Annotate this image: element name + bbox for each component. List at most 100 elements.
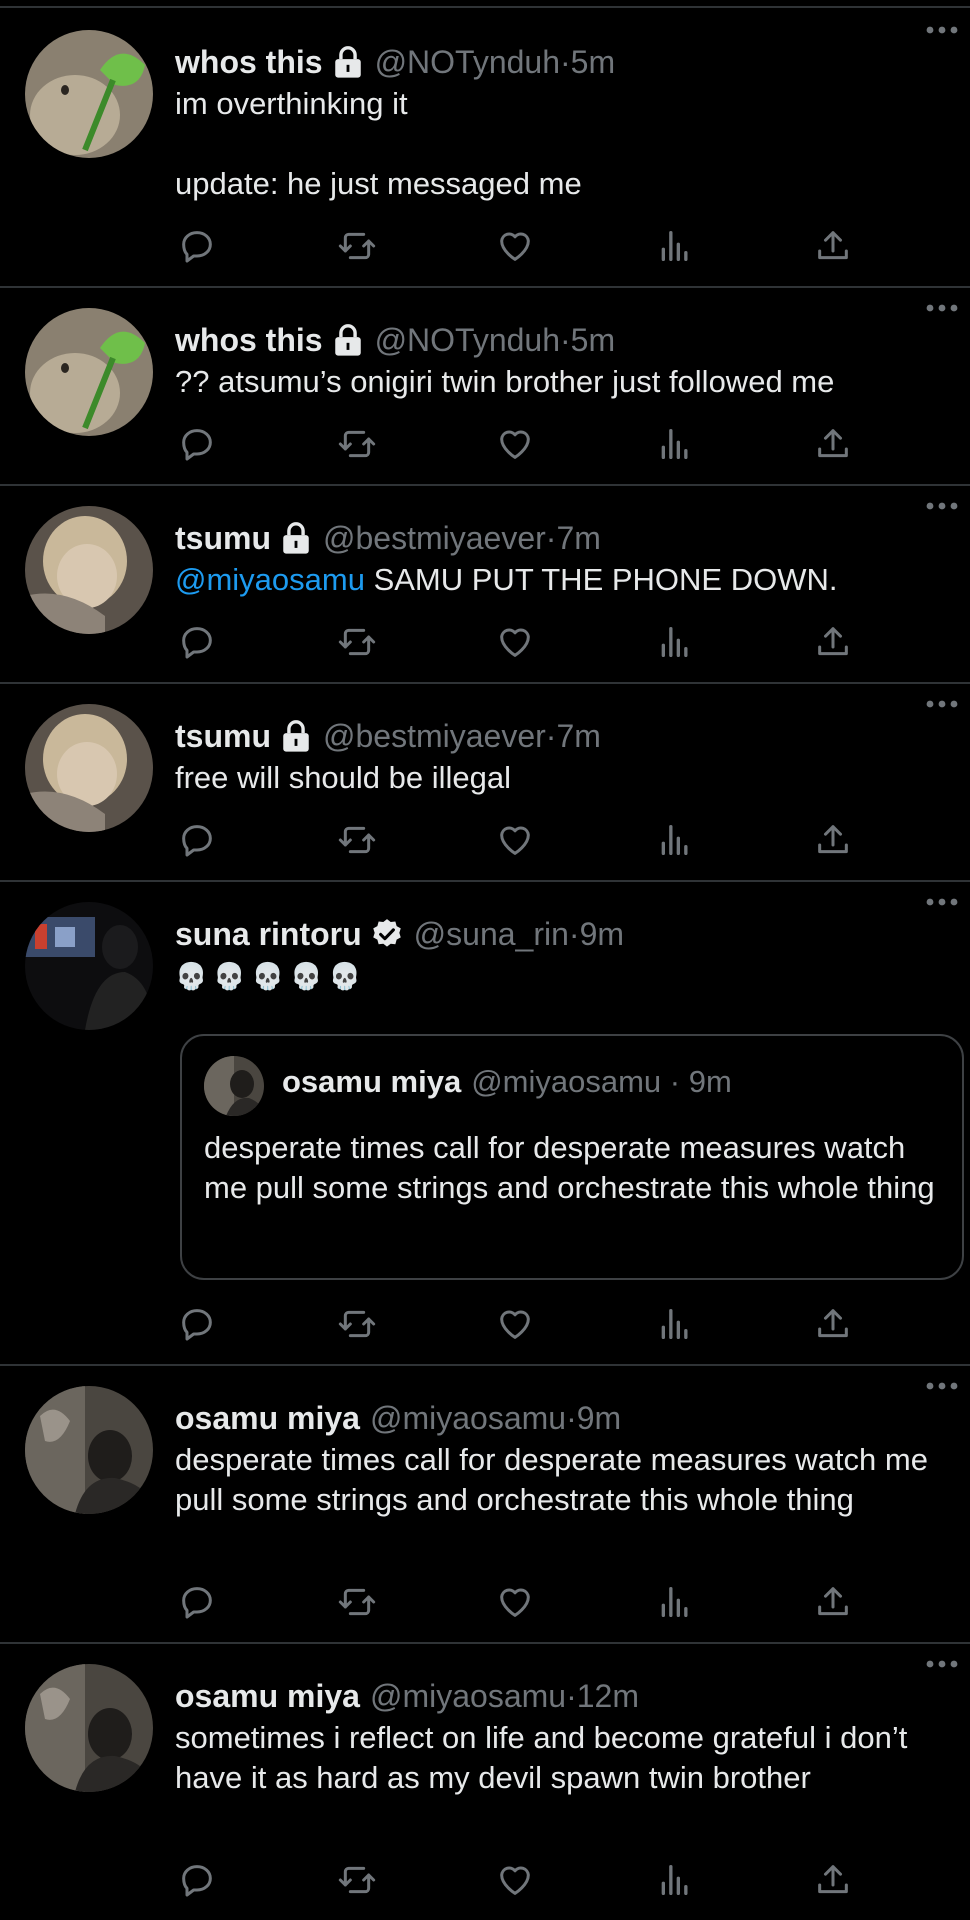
retweet-icon <box>338 826 376 854</box>
handle[interactable]: @NOTynduh <box>375 44 560 81</box>
quoted-tweet[interactable]: osamu miya @miyaosamu · 9m desperate time… <box>180 1034 964 1280</box>
tweet-text: sometimes i reflect on life and become g… <box>175 1720 916 1795</box>
avatar[interactable] <box>25 506 153 634</box>
reply-button[interactable] <box>175 1302 219 1346</box>
reply-button[interactable] <box>175 818 219 862</box>
quoted-text: desperate times call for desperate measu… <box>204 1130 935 1205</box>
avatar[interactable] <box>25 1664 153 1792</box>
tweet[interactable]: whos this @NOTynduh · 5m ?? atsumu’s oni… <box>0 288 970 486</box>
share-button[interactable] <box>811 1580 855 1624</box>
analytics-icon <box>661 1309 688 1339</box>
more-options-icon[interactable] <box>922 892 962 912</box>
handle[interactable]: @miyaosamu <box>370 1400 566 1437</box>
reply-button[interactable] <box>175 620 219 664</box>
quoted-timestamp[interactable]: 9m <box>689 1064 732 1099</box>
like-button[interactable] <box>493 1858 537 1902</box>
retweet-button[interactable] <box>335 1858 379 1902</box>
retweet-icon <box>338 430 376 458</box>
more-options-icon[interactable] <box>922 694 962 714</box>
like-button[interactable] <box>493 1580 537 1624</box>
share-icon <box>818 627 848 656</box>
display-name[interactable]: whos this <box>175 322 323 359</box>
display-name[interactable]: whos this <box>175 44 323 81</box>
retweet-button[interactable] <box>335 818 379 862</box>
reply-button[interactable] <box>175 1580 219 1624</box>
display-name[interactable]: tsumu <box>175 520 271 557</box>
tweet-text: free will should be illegal <box>175 760 512 795</box>
share-button[interactable] <box>811 224 855 268</box>
timestamp[interactable]: 7m <box>556 718 600 755</box>
like-button[interactable] <box>493 620 537 664</box>
like-button[interactable] <box>493 1302 537 1346</box>
reply-button[interactable] <box>175 224 219 268</box>
tweet[interactable]: osamu miya @miyaosamu · 12m sometimes i … <box>0 1644 970 1920</box>
top-divider <box>0 0 970 8</box>
handle[interactable]: @NOTynduh <box>375 322 560 359</box>
share-button[interactable] <box>811 620 855 664</box>
tweet[interactable]: tsumu @bestmiyaever · 7m free will shoul… <box>0 684 970 882</box>
analytics-button[interactable] <box>653 818 697 862</box>
handle[interactable]: @miyaosamu <box>370 1678 566 1715</box>
display-name[interactable]: osamu miya <box>175 1678 360 1715</box>
more-options-icon[interactable] <box>922 1654 962 1674</box>
handle[interactable]: @bestmiyaever <box>323 520 546 557</box>
avatar[interactable] <box>25 902 153 1030</box>
share-button[interactable] <box>811 422 855 466</box>
timestamp[interactable]: 9m <box>580 916 624 953</box>
analytics-icon <box>661 627 688 657</box>
tweet-text: SAMU PUT THE PHONE DOWN. <box>364 562 838 597</box>
analytics-button[interactable] <box>653 620 697 664</box>
analytics-button[interactable] <box>653 1858 697 1902</box>
quoted-handle[interactable]: @miyaosamu <box>471 1064 661 1099</box>
more-options-icon[interactable] <box>922 298 962 318</box>
share-icon <box>818 1865 848 1894</box>
share-icon <box>818 1587 848 1616</box>
tweet[interactable]: osamu miya @miyaosamu · 9m desperate tim… <box>0 1366 970 1644</box>
timestamp[interactable]: 5m <box>571 322 615 359</box>
display-name[interactable]: osamu miya <box>175 1400 360 1437</box>
tweet[interactable]: whos this @NOTynduh · 5m im overthinking… <box>0 10 970 288</box>
lock-icon <box>334 324 361 356</box>
analytics-button[interactable] <box>653 1302 697 1346</box>
like-button[interactable] <box>493 422 537 466</box>
handle[interactable]: @suna_rin <box>414 916 569 953</box>
analytics-button[interactable] <box>653 224 697 268</box>
tweet[interactable]: suna rintoru @suna_rin · 9m 💀💀💀💀💀 osamu … <box>0 882 970 1366</box>
share-button[interactable] <box>811 1302 855 1346</box>
reply-button[interactable] <box>175 422 219 466</box>
reply-button[interactable] <box>175 1858 219 1902</box>
share-button[interactable] <box>811 1858 855 1902</box>
tweet[interactable]: tsumu @bestmiyaever · 7m @miyaosamu SAMU… <box>0 486 970 684</box>
mention-link[interactable]: @miyaosamu <box>175 562 365 597</box>
quoted-display-name[interactable]: osamu miya <box>282 1064 461 1099</box>
retweet-icon <box>338 628 376 656</box>
timestamp[interactable]: 9m <box>577 1400 621 1437</box>
analytics-button[interactable] <box>653 422 697 466</box>
handle[interactable]: @bestmiyaever <box>323 718 546 755</box>
heart-icon <box>500 628 530 657</box>
separator: · <box>566 1677 577 1714</box>
like-button[interactable] <box>493 818 537 862</box>
share-button[interactable] <box>811 818 855 862</box>
analytics-button[interactable] <box>653 1580 697 1624</box>
retweet-button[interactable] <box>335 224 379 268</box>
retweet-button[interactable] <box>335 422 379 466</box>
timestamp[interactable]: 12m <box>577 1678 639 1715</box>
retweet-button[interactable] <box>335 620 379 664</box>
timestamp[interactable]: 5m <box>571 44 615 81</box>
more-options-icon[interactable] <box>922 496 962 516</box>
retweet-button[interactable] <box>335 1580 379 1624</box>
quoted-header: osamu miya @miyaosamu · 9m <box>282 1064 732 1100</box>
avatar[interactable] <box>25 308 153 436</box>
avatar[interactable] <box>25 1386 153 1514</box>
more-options-icon[interactable] <box>922 20 962 40</box>
display-name[interactable]: tsumu <box>175 718 271 755</box>
avatar[interactable] <box>25 30 153 158</box>
like-button[interactable] <box>493 224 537 268</box>
timestamp[interactable]: 7m <box>556 520 600 557</box>
avatar[interactable] <box>25 704 153 832</box>
retweet-button[interactable] <box>335 1302 379 1346</box>
quoted-avatar[interactable] <box>204 1056 264 1116</box>
more-options-icon[interactable] <box>922 1376 962 1396</box>
display-name[interactable]: suna rintoru <box>175 916 362 953</box>
